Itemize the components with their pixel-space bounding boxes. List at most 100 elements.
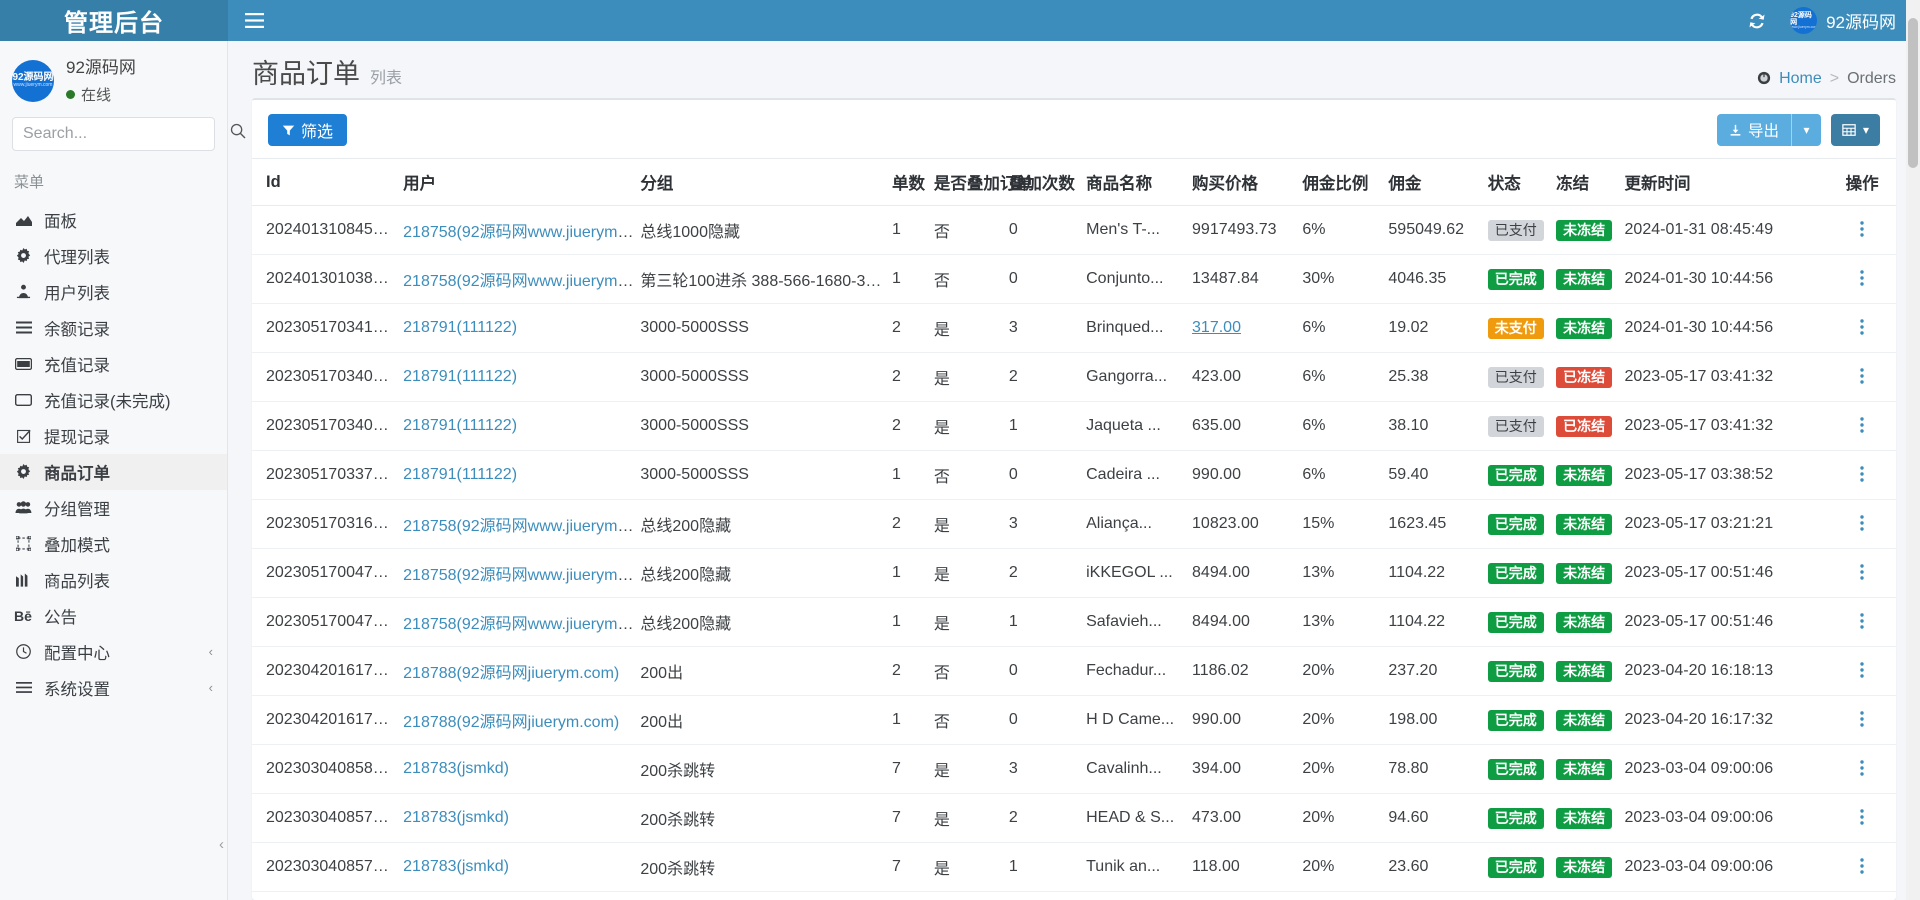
sidebar-item-5[interactable]: 充值记录 xyxy=(0,346,227,382)
sidebar-item-10[interactable]: 叠加模式 xyxy=(0,526,227,562)
sidebar-toggle-button[interactable] xyxy=(228,0,280,41)
ellipsis-vertical-icon[interactable] xyxy=(1834,858,1890,876)
sidebar-item-label: 配置中心 xyxy=(44,644,110,663)
cell-commission: 237.20 xyxy=(1388,646,1488,696)
column-header-2[interactable]: 用户 xyxy=(403,158,641,206)
cell-user[interactable]: 218758(92源码网www.jiuerym.com) xyxy=(403,548,641,598)
app-brand[interactable]: 管理后台 xyxy=(0,0,228,41)
export-dropdown-toggle[interactable]: ▾ xyxy=(1790,114,1821,146)
cell-price[interactable]: 317.00 xyxy=(1192,303,1303,353)
cell-user[interactable]: 218791(111122) xyxy=(403,401,641,451)
filter-button[interactable]: 筛选 xyxy=(268,114,348,146)
ellipsis-vertical-icon[interactable] xyxy=(1834,809,1890,827)
cell-stacked: 否 xyxy=(933,254,1009,304)
column-header-12[interactable]: 冻结 xyxy=(1556,158,1625,206)
sidebar-item-1[interactable]: 面板 xyxy=(0,202,227,238)
column-header-10[interactable]: 佣金 xyxy=(1388,158,1488,206)
column-header-5[interactable]: 是否叠加订单 xyxy=(933,158,1033,206)
cell-group: 3000-5000SSS xyxy=(640,303,892,353)
cell-rate: 30% xyxy=(1302,254,1389,304)
sidebar-menu-list: 面板 代理列表 用户列表 余额记录 充值记录 充值记录(未完成) 提现记录 商品订单 分组管理叠… xyxy=(0,202,227,706)
frozen-badge: 未冻结 xyxy=(1556,219,1613,241)
card-toolbar: 筛选 导出 ▾ ▾ xyxy=(252,100,1896,158)
cell-actions xyxy=(1834,646,1896,696)
export-button[interactable]: 导出 xyxy=(1716,114,1791,146)
sidebar-item-2[interactable]: 代理列表 xyxy=(0,238,227,274)
page-subtitle: 列表 xyxy=(370,70,403,87)
cell-actions xyxy=(1834,744,1896,794)
sidebar-item-13[interactable]: 配置中心 ‹ xyxy=(0,634,227,670)
cell-count: 1 xyxy=(891,548,934,598)
cell-commission: 198.00 xyxy=(1388,695,1488,745)
column-header-6[interactable]: 叠加次数 xyxy=(1008,158,1087,206)
ellipsis-vertical-icon[interactable] xyxy=(1834,662,1890,680)
cell-user[interactable]: 218758(92源码网www.jiuerym.com) xyxy=(403,254,641,304)
status-badge: 已完成 xyxy=(1487,611,1544,633)
column-settings-button[interactable]: ▾ xyxy=(1830,114,1880,146)
sidebar-item-12[interactable]: Bē 公告 xyxy=(0,598,227,634)
ellipsis-vertical-icon[interactable] xyxy=(1834,613,1890,631)
column-header-8[interactable]: 购买价格 xyxy=(1192,158,1303,206)
breadcrumb-separator: > xyxy=(1829,70,1840,87)
cell-user[interactable]: 218783(jsmkd) xyxy=(403,793,641,843)
ellipsis-vertical-icon[interactable] xyxy=(1834,515,1890,533)
ellipsis-vertical-icon[interactable] xyxy=(1834,319,1890,337)
search-box[interactable] xyxy=(12,116,246,151)
page-scrollbar-thumb[interactable] xyxy=(1908,18,1918,168)
column-header-3[interactable]: 分组 xyxy=(640,158,892,206)
column-header-7[interactable]: 商品名称 xyxy=(1086,158,1193,206)
ellipsis-vertical-icon[interactable] xyxy=(1834,760,1890,778)
frozen-badge: 未冻结 xyxy=(1556,611,1613,633)
cell-id: 20240131084543037 xyxy=(252,205,404,255)
ellipsis-vertical-icon[interactable] xyxy=(1834,270,1890,288)
user-menu-button[interactable]: 92源码网 www.jiuerym.com 92源码网 xyxy=(1784,0,1906,41)
sidebar-item-8[interactable]: 商品订单 xyxy=(0,453,227,490)
cell-id: 20240130103815382 xyxy=(252,254,404,304)
sidebar-item-11[interactable]: 商品列表 xyxy=(0,562,227,598)
sidebar-item-9[interactable]: 分组管理 xyxy=(0,490,227,526)
cell-user[interactable]: 218791(111122) xyxy=(403,450,641,500)
search-input[interactable] xyxy=(23,124,230,143)
cell-user[interactable]: 218788(92源码网jiuerym.com) xyxy=(403,695,641,745)
sidebar-item-14[interactable]: 系统设置 ‹ xyxy=(0,670,227,706)
cell-user[interactable]: 218758(92源码网www.jiuerym.com) xyxy=(403,597,641,647)
ellipsis-vertical-icon[interactable] xyxy=(1834,466,1890,484)
ellipsis-vertical-icon[interactable] xyxy=(1834,221,1890,239)
page-scrollbar[interactable] xyxy=(1906,0,1920,900)
cell-price: 990.00 xyxy=(1192,695,1303,745)
column-header-4[interactable]: 单数 xyxy=(891,158,934,206)
cell-updated: 2023-03-04 09:00:06 xyxy=(1624,793,1835,843)
cell-user[interactable]: 218758(92源码网www.jiuerym.com) xyxy=(403,205,641,255)
sidebar-collapse-handle[interactable]: ‹ xyxy=(219,836,224,853)
cell-user[interactable]: 218783(jsmkd) xyxy=(403,842,641,892)
cell-updated: 2024-01-31 08:45:49 xyxy=(1624,205,1835,255)
cell-user[interactable]: 218783(jsmkd) xyxy=(403,891,641,900)
column-header-11[interactable]: 状态 xyxy=(1487,158,1557,206)
ellipsis-vertical-icon[interactable] xyxy=(1834,417,1890,435)
ellipsis-vertical-icon[interactable] xyxy=(1834,368,1890,386)
cell-rate: 6% xyxy=(1302,450,1389,500)
sidebar-item-6[interactable]: 充值记录(未完成) xyxy=(0,382,227,418)
sidebar-item-7[interactable]: 提现记录 xyxy=(0,418,227,454)
cell-user[interactable]: 218788(92源码网jiuerym.com) xyxy=(403,646,641,696)
cell-group: 总线200隐藏 xyxy=(640,597,892,647)
cell-id: 20230304085719583 xyxy=(252,793,404,843)
breadcrumb-home-link[interactable]: Home xyxy=(1779,70,1822,88)
download-icon xyxy=(1730,124,1741,136)
cell-user[interactable]: 218783(jsmkd) xyxy=(403,744,641,794)
sidebar-item-4[interactable]: 余额记录 xyxy=(0,310,227,346)
ellipsis-vertical-icon[interactable] xyxy=(1834,711,1890,729)
column-header-1[interactable]: Id xyxy=(252,158,404,206)
ellipsis-vertical-icon[interactable] xyxy=(1834,564,1890,582)
sidebar-item-3[interactable]: 用户列表 xyxy=(0,274,227,310)
cell-user[interactable]: 218791(111122) xyxy=(403,352,641,402)
cell-frozen: 未冻结 xyxy=(1556,646,1625,696)
refresh-button[interactable] xyxy=(1734,0,1780,41)
cell-user[interactable]: 218791(111122) xyxy=(403,303,641,353)
cell-user[interactable]: 218758(92源码网www.jiuerym.com) xyxy=(403,499,641,549)
column-header-9[interactable]: 佣金比例 xyxy=(1302,158,1389,206)
column-header-14[interactable]: 操作 xyxy=(1834,158,1896,206)
sidebar-user-panel[interactable]: 92源码网 www.jiuerym.com 92源码网 在线 xyxy=(0,41,227,117)
column-header-13[interactable]: 更新时间 xyxy=(1624,158,1835,206)
chart-area-icon xyxy=(14,213,33,227)
